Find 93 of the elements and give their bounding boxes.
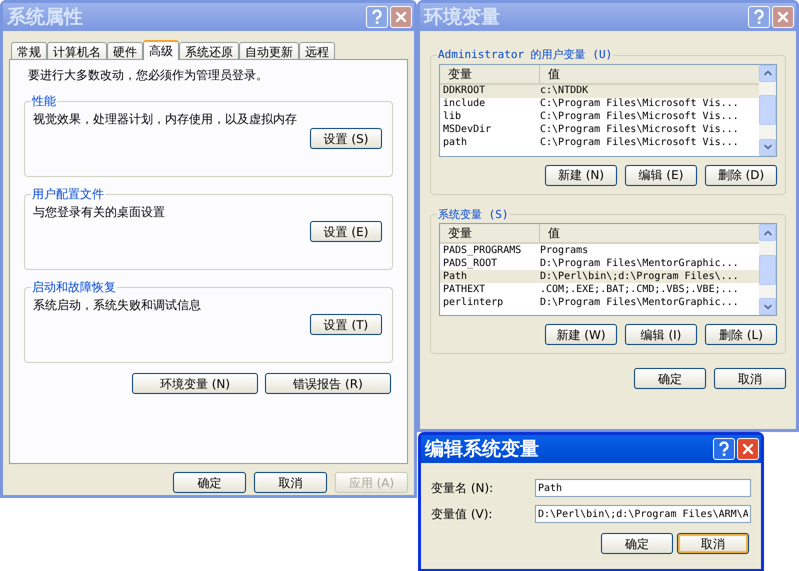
- help-button[interactable]: [713, 438, 735, 460]
- variable-value: D:\Program Files\MentorGraphic...: [540, 258, 740, 268]
- tab[interactable]: 常规: [11, 42, 47, 59]
- tab[interactable]: 计算机名: [47, 42, 107, 59]
- dialog-button[interactable]: 确定: [634, 368, 706, 389]
- field-label: 变量名 (N):: [431, 480, 494, 497]
- help-icon: [371, 9, 383, 25]
- list-row[interactable]: PADS_PROGRAMS Programs: [440, 244, 759, 257]
- variable-value: c:\NTDDK: [540, 86, 590, 96]
- column-header[interactable]: 值: [540, 64, 759, 82]
- variable-name: perlinterp: [442, 298, 504, 308]
- variable-value: C:\Program Files\Microsoft Vis...: [540, 138, 740, 148]
- group-title: 性能: [31, 93, 57, 110]
- variable-name: PADS_ROOT: [442, 258, 498, 268]
- dialog-button[interactable]: 编辑 (I): [625, 324, 697, 345]
- list-row[interactable]: path C:\Program Files\Microsoft Vis...: [440, 136, 759, 150]
- list-row[interactable]: Path D:\Perl\bin\;d:\Program Files\...: [440, 270, 759, 283]
- group-description: 视觉效果，处理器计划，内存使用，以及虚拟内存: [33, 111, 298, 128]
- dialog-button[interactable]: 取消: [714, 368, 786, 389]
- group-title: 用户配置文件: [31, 186, 105, 203]
- tab[interactable]: 高级: [143, 40, 179, 60]
- close-icon: [775, 9, 791, 25]
- variable-value: C:\Program Files\Microsoft Vis...: [540, 99, 740, 109]
- list-row[interactable]: MSDevDir C:\Program Files\Microsoft Vis...: [440, 124, 759, 136]
- list-row[interactable]: PADS_ROOT D:\Program Files\MentorGraphic...: [440, 257, 759, 270]
- tab[interactable]: 自动更新: [239, 42, 299, 59]
- dialog-button[interactable]: 取消: [677, 533, 749, 554]
- scrollbar[interactable]: [759, 224, 776, 315]
- variable-name: include: [442, 99, 486, 109]
- group-title: 系统变量 (S): [437, 206, 510, 222]
- variable-name: path: [442, 138, 468, 148]
- dialog-button[interactable]: 编辑 (E): [625, 164, 697, 186]
- variable-name: PADS_PROGRAMS: [442, 246, 522, 256]
- variable-name: lib: [442, 112, 462, 122]
- help-button[interactable]: [748, 6, 770, 28]
- notice-text: 要进行大多数改动，您必须作为管理员登录。: [27, 67, 269, 84]
- list-row[interactable]: lib C:\Program Files\Microsoft Vis...: [440, 110, 759, 124]
- close-button[interactable]: [737, 438, 759, 460]
- dialog-button[interactable]: 设置 (T): [310, 314, 382, 335]
- group-description: 系统启动，系统失败和调试信息: [33, 297, 202, 314]
- tab[interactable]: 系统还原: [179, 42, 239, 59]
- list-row[interactable]: DDKROOT c:\NTDDK: [440, 84, 759, 98]
- dialog-button[interactable]: 新建 (W): [545, 324, 617, 345]
- variable-name: Path: [442, 272, 468, 282]
- dialog-button[interactable]: 新建 (N): [545, 164, 617, 186]
- list-row[interactable]: perlinterp D:\Program Files\MentorGraphic...: [440, 296, 759, 309]
- scroll-thumb[interactable]: [759, 95, 776, 125]
- column-header[interactable]: 变量: [440, 224, 540, 242]
- variable-value: D:\Perl\bin\;d:\Program Files\...: [540, 272, 740, 282]
- close-button[interactable]: [772, 6, 794, 28]
- column-header[interactable]: 变量: [440, 64, 540, 82]
- scroll-up-button[interactable]: [759, 64, 776, 82]
- window-title: 环境变量: [424, 4, 500, 30]
- window-title: 系统属性: [7, 4, 83, 30]
- dialog-button[interactable]: 错误报告 (R): [265, 373, 391, 394]
- help-button[interactable]: [366, 6, 388, 28]
- scroll-down-button[interactable]: [759, 138, 776, 156]
- dialog-button[interactable]: 设置 (E): [310, 221, 382, 242]
- variable-value: C:\Program Files\Microsoft Vis...: [540, 125, 740, 135]
- dialog-button[interactable]: 删除 (D): [705, 164, 777, 186]
- group-title: Administrator 的用户变量 (U): [437, 47, 614, 63]
- scroll-down-button[interactable]: [759, 298, 776, 315]
- dialog-button[interactable]: 设置 (S): [310, 128, 382, 149]
- variable-name: PATHEXT: [442, 284, 486, 294]
- close-button[interactable]: [390, 6, 412, 28]
- input-field[interactable]: Path: [535, 479, 751, 497]
- dialog-button[interactable]: 确定: [601, 533, 673, 554]
- scroll-thumb[interactable]: [759, 254, 776, 284]
- tab[interactable]: 硬件: [107, 42, 143, 59]
- variable-value: Programs: [540, 246, 590, 256]
- help-icon: [718, 441, 730, 457]
- scroll-up-button[interactable]: [759, 224, 776, 241]
- list-row[interactable]: PATHEXT .COM;.EXE;.BAT;.CMD;.VBS;.VBE;...: [440, 283, 759, 296]
- dialog-button[interactable]: 取消: [254, 472, 327, 493]
- variable-value: D:\Program Files\MentorGraphic...: [540, 298, 740, 308]
- window-title: 编辑系统变量: [425, 436, 539, 462]
- column-header[interactable]: 值: [540, 224, 759, 242]
- group-title: 启动和故障恢复: [31, 279, 117, 296]
- list-row[interactable]: include C:\Program Files\Microsoft Vis...: [440, 98, 759, 110]
- dialog-button[interactable]: 环境变量 (N): [132, 373, 258, 394]
- scrollbar[interactable]: [759, 64, 776, 156]
- close-icon: [740, 441, 756, 457]
- group-description: 与您登录有关的桌面设置: [33, 204, 166, 221]
- tab[interactable]: 远程: [299, 42, 335, 59]
- help-icon: [753, 9, 765, 25]
- variable-name: DDKROOT: [442, 86, 486, 96]
- variable-value: .COM;.EXE;.BAT;.CMD;.VBS;.VBE;...: [540, 284, 740, 294]
- variable-value: C:\Program Files\Microsoft Vis...: [540, 112, 740, 122]
- dialog-button[interactable]: 确定: [173, 472, 246, 493]
- field-label: 变量值 (V):: [431, 506, 494, 523]
- variable-name: MSDevDir: [442, 125, 492, 135]
- close-icon: [393, 9, 409, 25]
- dialog-button[interactable]: 删除 (L): [705, 324, 777, 345]
